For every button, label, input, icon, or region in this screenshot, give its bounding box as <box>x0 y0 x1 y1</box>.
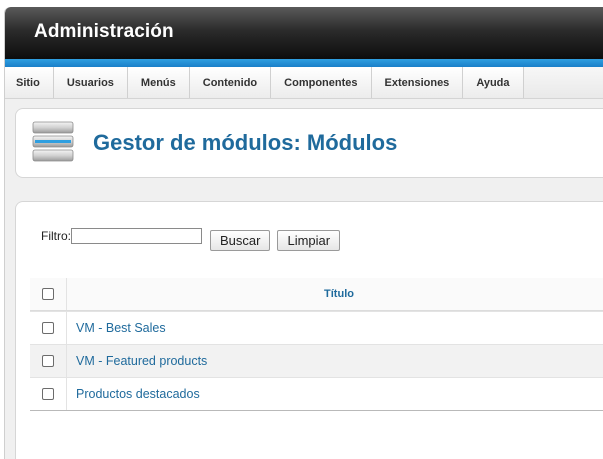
filter-bar: Filtro: Buscar Limpiar <box>41 225 345 251</box>
table-row: VM - Best Sales <box>30 311 603 344</box>
search-button[interactable]: Buscar <box>210 230 271 251</box>
row-checkbox[interactable] <box>42 322 54 334</box>
row-checkbox[interactable] <box>42 355 54 367</box>
accent-bar <box>5 59 603 67</box>
menu-item-componentes[interactable]: Componentes <box>271 67 372 98</box>
modules-table: Título VM - Best Sales VM - Featured pro… <box>30 278 603 411</box>
module-link[interactable]: Productos destacados <box>76 378 200 410</box>
row-checkbox[interactable] <box>42 388 54 400</box>
module-stack-icon <box>32 121 74 162</box>
column-header-title[interactable]: Título <box>68 278 603 310</box>
filter-label: Filtro: <box>41 228 71 243</box>
menu-item-usuarios[interactable]: Usuarios <box>53 67 128 98</box>
app-title: Administración <box>34 21 174 42</box>
page-title: Gestor de módulos: Módulos <box>93 130 398 155</box>
module-link[interactable]: VM - Best Sales <box>76 312 166 344</box>
table-header-row: Título <box>30 278 603 311</box>
table-row: Productos destacados <box>30 377 603 410</box>
module-link[interactable]: VM - Featured products <box>76 345 207 377</box>
module-list-panel: Filtro: Buscar Limpiar Título VM - Best … <box>15 201 603 459</box>
page-header: Gestor de módulos: Módulos <box>15 108 603 178</box>
menu-item-menus[interactable]: Menús <box>127 67 190 98</box>
menu-item-extensiones[interactable]: Extensiones <box>371 67 464 98</box>
table-row: VM - Featured products <box>30 344 603 377</box>
top-bar: Administración <box>5 7 603 59</box>
menu-item-ayuda[interactable]: Ayuda <box>463 67 524 98</box>
main-menu: Sitio Usuarios Menús Contenido Component… <box>5 67 603 99</box>
admin-window: Administración Sitio Usuarios Menús Cont… <box>4 7 603 459</box>
filter-input[interactable] <box>71 227 202 244</box>
select-all-checkbox[interactable] <box>42 288 54 300</box>
clear-button[interactable]: Limpiar <box>277 230 341 251</box>
menu-item-contenido[interactable]: Contenido <box>189 67 272 98</box>
menu-item-sitio[interactable]: Sitio <box>5 67 54 98</box>
